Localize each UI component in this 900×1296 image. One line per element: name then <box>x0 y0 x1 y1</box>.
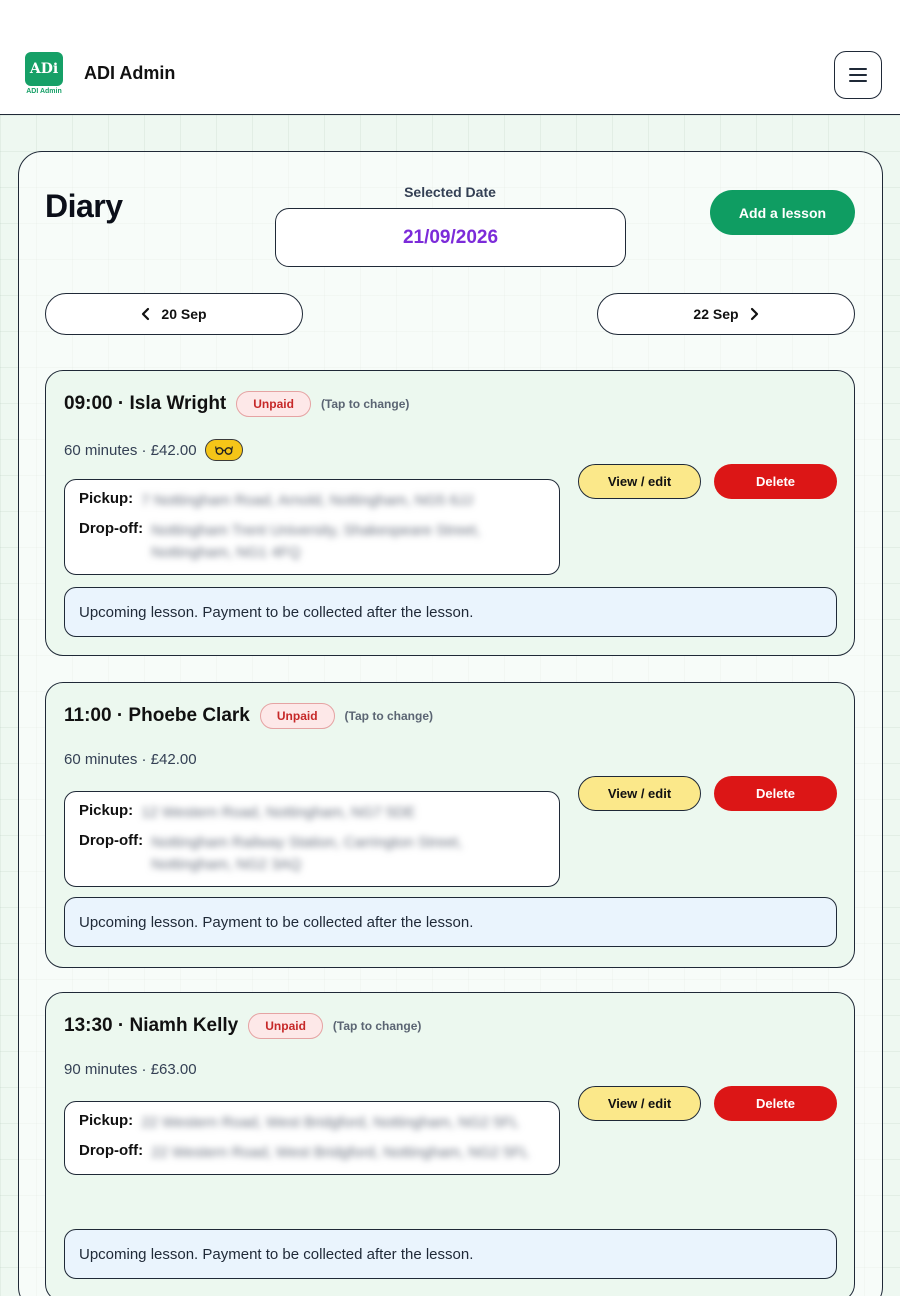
add-lesson-button[interactable]: Add a lesson <box>710 190 855 235</box>
lesson-meta: 90 minutes · £63.00 <box>64 1061 197 1078</box>
address-box: Pickup: 22 Western Road, West Bridgford,… <box>64 1101 560 1175</box>
lesson-card: 11:00 · Phoebe Clark Unpaid (Tap to chan… <box>45 682 855 968</box>
delete-button[interactable]: Delete <box>714 1086 837 1121</box>
lesson-header: 11:00 · Phoebe Clark Unpaid (Tap to chan… <box>64 703 433 729</box>
payment-status-badge[interactable]: Unpaid <box>236 391 311 417</box>
next-day-button[interactable]: 22 Sep <box>597 293 855 335</box>
dropoff-row: Drop-off: Nottingham Railway Station, Ca… <box>79 832 545 876</box>
address-box: Pickup: 12 Western Road, Nottingham, NG7… <box>64 791 560 887</box>
lesson-meta: 60 minutes · £42.00 <box>64 751 197 768</box>
delete-button[interactable]: Delete <box>714 776 837 811</box>
page-title: Diary <box>45 188 123 224</box>
logo-mark: ADi <box>25 52 63 86</box>
dropoff-address: 22 Western Road, West Bridgford, Notting… <box>151 1144 530 1161</box>
pickup-label: Pickup: <box>79 490 134 507</box>
logo-caption: ADI Admin <box>26 88 62 95</box>
view-edit-button[interactable]: View / edit <box>578 1086 701 1121</box>
selected-date-field[interactable]: 21/09/2026 <box>275 208 626 267</box>
dropoff-label: Drop-off: <box>79 1142 144 1159</box>
tap-to-change-hint: (Tap to change) <box>344 709 433 723</box>
top-bar: ADi ADI Admin ADI Admin <box>0 0 900 115</box>
app-title: ADI Admin <box>84 63 176 83</box>
pickup-row: Pickup: 7 Nottingham Road, Arnold, Notti… <box>79 490 545 512</box>
lesson-duration-price: 90 minutes · £63.00 <box>64 1061 197 1078</box>
pickup-row: Pickup: 22 Western Road, West Bridgford,… <box>79 1112 545 1134</box>
glasses-badge <box>204 439 243 461</box>
glasses-icon <box>214 446 233 455</box>
lesson-card: 13:30 · Niamh Kelly Unpaid (Tap to chang… <box>45 992 855 1296</box>
next-day-label: 22 Sep <box>693 306 739 322</box>
pickup-address: 12 Western Road, Nottingham, NG7 5DE <box>141 804 416 821</box>
menu-button[interactable] <box>834 51 882 99</box>
view-edit-button[interactable]: View / edit <box>578 776 701 811</box>
lesson-status-note: Upcoming lesson. Payment to be collected… <box>64 897 837 947</box>
dropoff-row: Drop-off: 22 Western Road, West Bridgfor… <box>79 1142 545 1164</box>
lesson-title: 09:00 · Isla Wright <box>64 393 227 414</box>
dropoff-address: Nottingham Railway Station, Carrington S… <box>151 834 463 873</box>
lesson-title: 11:00 · Phoebe Clark <box>64 705 250 726</box>
view-edit-button[interactable]: View / edit <box>578 464 701 499</box>
lesson-card: 09:00 · Isla Wright Unpaid (Tap to chang… <box>45 370 855 656</box>
dropoff-label: Drop-off: <box>79 520 144 537</box>
payment-status-badge[interactable]: Unpaid <box>259 703 335 729</box>
pickup-label: Pickup: <box>79 802 134 819</box>
address-box: Pickup: 7 Nottingham Road, Arnold, Notti… <box>64 479 560 575</box>
lesson-status-note: Upcoming lesson. Payment to be collected… <box>64 1229 837 1279</box>
lesson-meta: 60 minutes · £42.00 <box>64 439 243 461</box>
dropoff-address: Nottingham Trent University, Shakespeare… <box>151 522 481 561</box>
lesson-duration-price: 60 minutes · £42.00 <box>64 441 197 459</box>
lesson-status-note: Upcoming lesson. Payment to be collected… <box>64 587 837 637</box>
pickup-label: Pickup: <box>79 1112 134 1129</box>
selected-date-label: Selected Date <box>404 184 496 200</box>
dropoff-label: Drop-off: <box>79 832 144 849</box>
previous-day-label: 20 Sep <box>161 306 207 322</box>
tap-to-change-hint: (Tap to change) <box>320 397 410 411</box>
chevron-right-icon <box>750 307 758 321</box>
dropoff-row: Drop-off: Nottingham Trent University, S… <box>79 520 545 564</box>
lesson-header: 13:30 · Niamh Kelly Unpaid (Tap to chang… <box>64 1013 421 1039</box>
previous-day-button[interactable]: 20 Sep <box>45 293 303 335</box>
hamburger-icon <box>849 68 867 82</box>
pickup-address: 7 Nottingham Road, Arnold, Nottingham, N… <box>141 492 474 509</box>
pickup-address: 22 Western Road, West Bridgford, Notting… <box>141 1114 520 1131</box>
delete-button[interactable]: Delete <box>714 464 837 499</box>
pickup-row: Pickup: 12 Western Road, Nottingham, NG7… <box>79 802 545 824</box>
payment-status-badge[interactable]: Unpaid <box>248 1013 323 1039</box>
chevron-left-icon <box>142 307 150 321</box>
app-logo[interactable]: ADi ADI Admin <box>24 52 64 98</box>
lesson-header: 09:00 · Isla Wright Unpaid (Tap to chang… <box>64 391 409 417</box>
lesson-duration-price: 60 minutes · £42.00 <box>64 751 197 768</box>
lesson-title: 13:30 · Niamh Kelly <box>64 1015 239 1036</box>
tap-to-change-hint: (Tap to change) <box>332 1019 422 1033</box>
